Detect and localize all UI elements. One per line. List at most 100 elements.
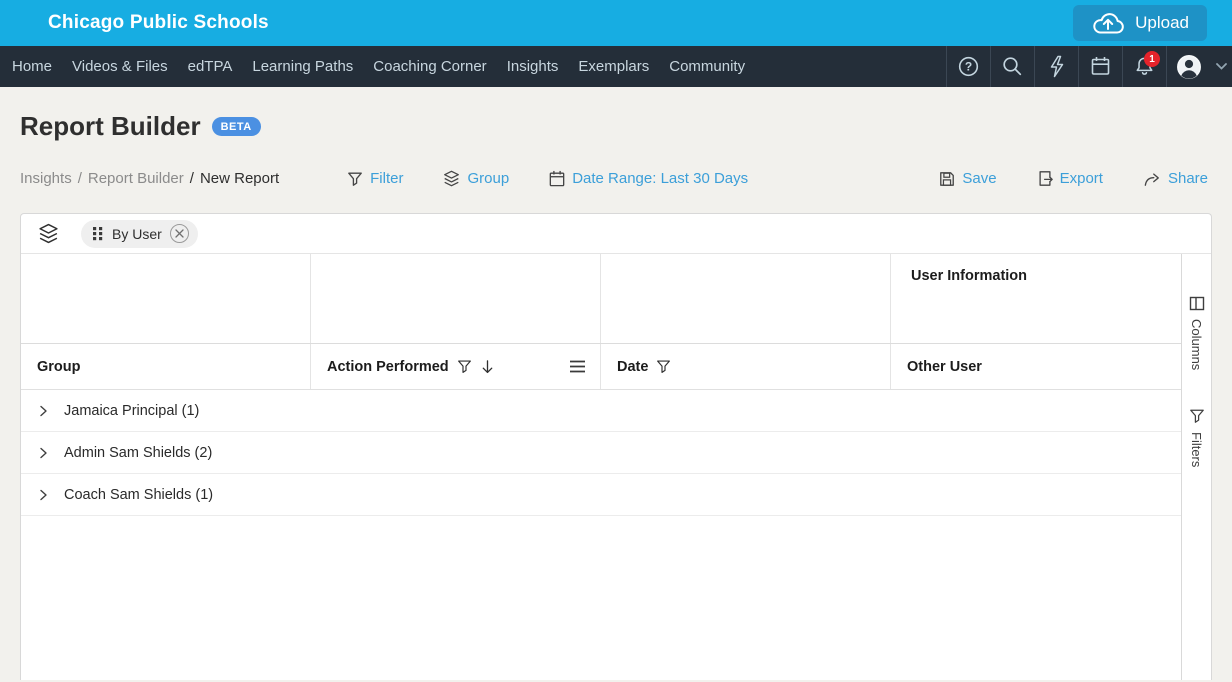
- side-tab-label: Columns: [1189, 319, 1204, 370]
- calendar-icon: [1089, 55, 1112, 78]
- export-button[interactable]: Export: [1037, 170, 1103, 187]
- search-icon: [1001, 55, 1024, 78]
- chevron-right-icon[interactable]: [38, 447, 49, 459]
- column-group-cell-user-information: User Information: [891, 254, 1181, 343]
- share-button[interactable]: Share: [1143, 170, 1208, 187]
- group-row-admin-sam-shields[interactable]: Admin Sam Shields (2): [21, 432, 1181, 474]
- group-chip-by-user[interactable]: By User: [81, 220, 198, 248]
- group-row-label: Admin Sam Shields (2): [64, 445, 212, 461]
- nav-item-exemplars[interactable]: Exemplars: [568, 58, 659, 75]
- column-menu-button[interactable]: [569, 360, 586, 373]
- breadcrumb: Insights / Report Builder / New Report: [20, 170, 279, 187]
- side-tab-columns[interactable]: Columns: [1189, 296, 1205, 370]
- notification-badge: 1: [1144, 51, 1160, 67]
- group-label: Group: [467, 170, 509, 187]
- column-group-cell: [601, 254, 891, 343]
- report-grid: By User User Information Grou: [20, 213, 1212, 680]
- nav-item-community[interactable]: Community: [659, 58, 755, 75]
- nav-item-edtpa[interactable]: edTPA: [178, 58, 243, 75]
- group-layers-icon: [38, 223, 59, 244]
- nav-menu: Home Videos & Files edTPA Learning Paths…: [0, 46, 755, 87]
- column-group-header-row: User Information: [21, 254, 1181, 344]
- share-icon: [1143, 171, 1161, 187]
- beta-badge: BETA: [212, 117, 261, 136]
- group-row-coach-sam-shields[interactable]: Coach Sam Shields (1): [21, 474, 1181, 516]
- group-button[interactable]: Group: [443, 170, 509, 187]
- toolbar-right-actions: Save Export Share: [939, 170, 1208, 187]
- page-title-row: Report Builder BETA: [20, 111, 1212, 142]
- toolbar-row: Insights / Report Builder / New Report F…: [20, 170, 1212, 187]
- app-title: Chicago Public Schools: [48, 12, 269, 34]
- column-group-label: User Information: [911, 268, 1027, 284]
- help-icon: ?: [957, 55, 980, 78]
- quick-actions-button[interactable]: [1034, 46, 1078, 87]
- grid-columns-area: User Information Group Action Performed: [21, 254, 1181, 680]
- chevron-right-icon[interactable]: [38, 405, 49, 417]
- main-content: Report Builder BETA Insights / Report Bu…: [0, 87, 1232, 187]
- breadcrumb-separator: /: [190, 170, 194, 187]
- toolbar-center-actions: Filter Group Date Range: Last 30 Days: [347, 170, 748, 187]
- nav-item-home[interactable]: Home: [2, 58, 62, 75]
- lightning-icon: [1047, 55, 1067, 78]
- share-label: Share: [1168, 170, 1208, 187]
- save-label: Save: [962, 170, 996, 187]
- group-row-jamaica-principal[interactable]: Jamaica Principal (1): [21, 390, 1181, 432]
- column-group-cell: [311, 254, 601, 343]
- export-icon: [1037, 170, 1053, 187]
- upload-button[interactable]: Upload: [1073, 5, 1207, 41]
- page-title: Report Builder: [20, 111, 201, 142]
- remove-group-chip-button[interactable]: [170, 224, 189, 243]
- breadcrumb-insights[interactable]: Insights: [20, 170, 72, 187]
- account-button[interactable]: [1166, 46, 1210, 87]
- account-menu-caret[interactable]: [1210, 46, 1232, 87]
- side-tab-filters[interactable]: Filters: [1189, 408, 1205, 467]
- svg-text:?: ?: [965, 60, 972, 74]
- close-icon: [175, 229, 184, 238]
- column-header-row: Group Action Performed: [21, 344, 1181, 390]
- column-header-date[interactable]: Date: [601, 344, 891, 389]
- columns-panel-icon: [1189, 296, 1205, 311]
- column-header-group[interactable]: Group: [21, 344, 311, 389]
- group-layers-icon: [443, 170, 460, 187]
- nav-icon-bar: ? 1: [946, 46, 1232, 87]
- column-header-action-performed[interactable]: Action Performed: [311, 344, 601, 389]
- column-header-other-user[interactable]: Other User: [891, 344, 1181, 389]
- date-range-button[interactable]: Date Range: Last 30 Days: [549, 170, 748, 187]
- sort-down-arrow-icon[interactable]: [480, 359, 495, 375]
- save-icon: [939, 171, 955, 187]
- grid-icon: [92, 226, 104, 241]
- filter-button[interactable]: Filter: [347, 170, 403, 187]
- upload-label: Upload: [1135, 13, 1189, 33]
- breadcrumb-report-builder[interactable]: Report Builder: [88, 170, 184, 187]
- chevron-right-icon[interactable]: [38, 489, 49, 501]
- group-row-label: Jamaica Principal (1): [64, 403, 199, 419]
- nav-item-learning-paths[interactable]: Learning Paths: [242, 58, 363, 75]
- help-button[interactable]: ?: [946, 46, 990, 87]
- row-group-bar: By User: [21, 214, 1211, 254]
- nav-item-coaching-corner[interactable]: Coaching Corner: [363, 58, 496, 75]
- side-tab-label: Filters: [1189, 432, 1204, 467]
- search-button[interactable]: [990, 46, 1034, 87]
- nav-item-insights[interactable]: Insights: [497, 58, 569, 75]
- date-calendar-icon: [549, 170, 565, 187]
- column-menu-icon: [569, 360, 586, 373]
- filter-funnel-icon: [1189, 408, 1205, 424]
- breadcrumb-separator: /: [78, 170, 82, 187]
- side-panel-buttons: Columns Filters: [1181, 254, 1211, 680]
- filter-funnel-icon[interactable]: [656, 359, 671, 374]
- column-group-cell: [21, 254, 311, 343]
- save-button[interactable]: Save: [939, 170, 996, 187]
- nav-item-videos-files[interactable]: Videos & Files: [62, 58, 178, 75]
- filter-funnel-icon: [347, 171, 363, 187]
- avatar-icon: [1175, 53, 1203, 81]
- cloud-upload-icon: [1091, 11, 1125, 36]
- date-range-label: Date Range: Last 30 Days: [572, 170, 748, 187]
- group-chip-label: By User: [112, 226, 162, 242]
- calendar-button[interactable]: [1078, 46, 1122, 87]
- filter-label: Filter: [370, 170, 403, 187]
- grid-region: User Information Group Action Performed: [21, 254, 1211, 680]
- group-row-label: Coach Sam Shields (1): [64, 487, 213, 503]
- main-nav: Home Videos & Files edTPA Learning Paths…: [0, 46, 1232, 87]
- filter-funnel-icon[interactable]: [457, 359, 472, 374]
- notifications-button[interactable]: 1: [1122, 46, 1166, 87]
